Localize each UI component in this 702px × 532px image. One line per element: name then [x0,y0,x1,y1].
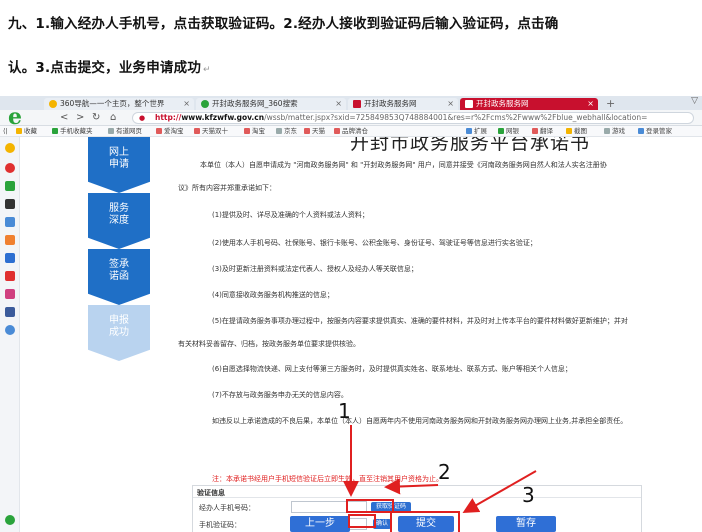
ext-translate[interactable]: 翻译 [532,126,553,136]
phone-icon [52,128,58,134]
tab-label: 开封政务服务网_360搜索 [212,99,298,108]
bookmark-taobao[interactable]: 淘宝 [244,126,265,136]
site-info-icon: ● [139,114,146,122]
bookmark-favorites[interactable]: 收藏 [16,126,37,136]
video-icon[interactable] [5,253,15,263]
bookmark-label: 网银 [506,127,519,135]
grid-icon [466,128,472,134]
bookmarks-bar: ⟨| 收藏 手机收藏夹 有道网页 爱淘宝 天猫双十 淘宝 京东 天猫 品牌清仓 … [0,126,702,137]
bookmark-tmall-11[interactable]: 天猫双十 [194,126,228,136]
shop-icon [304,128,310,134]
instruction-line-2-text: 认。3.点击提交，业务申请成功 [8,60,202,76]
bookmark-label: 京东 [284,127,297,135]
bookmark-jd[interactable]: 京东 [276,126,297,136]
bookmark-label: 有道网页 [116,127,142,135]
reload-icon[interactable]: ↻ [92,112,100,124]
bookmark-label: 爱淘宝 [164,127,184,135]
bookmark-label: 品牌清仓 [342,127,368,135]
paragraph-mark: ↵ [203,65,211,75]
game-icon[interactable] [5,235,15,245]
shop-icon [194,128,200,134]
bookmark-label: 淘宝 [252,127,265,135]
forward-icon[interactable]: > [76,112,84,124]
news-icon[interactable] [5,271,15,281]
page-icon [276,128,282,134]
shop-icon [334,128,340,134]
tab-kaifeng-active[interactable]: 开封政务服务网 × [460,98,598,110]
gamepad-icon [604,128,610,134]
bookmark-label: 天猫 [312,127,325,135]
tab-favicon-icon [353,100,361,108]
instruction-line-1: 九、1.输入经办人手机号，点击获取验证码。2.经办人接收到验证码后输入验证码，点… [8,16,559,32]
tab-label: 360导航—一个主页，整个世界 [60,99,165,108]
music-icon[interactable] [5,289,15,299]
annotation-arrow-3 [462,470,537,513]
back-icon[interactable]: < [60,112,68,124]
tab-bar: 360导航—一个主页，整个世界 × 开封政务服务网_360搜索 × 开封政务服务… [0,96,702,110]
bookmark-tmall[interactable]: 天猫 [304,126,325,136]
doc-icon[interactable] [5,217,15,227]
url-host: www.kfzwfw.gov.cn [181,113,265,122]
bookmark-label: 天猫双十 [202,127,228,135]
shop-icon [244,128,250,134]
bookmark-label: 游戏 [612,127,625,135]
tab-favicon-icon [49,100,57,108]
star-icon[interactable] [5,143,15,153]
ext-login-manager[interactable]: 登录管家 [638,126,672,136]
new-tab-icon[interactable]: + [606,97,615,110]
page-content: 开封市政务服务平台承诺书 网上 申请 服务 深度 签承 诺函 申报 成功 本单位… [20,137,702,532]
weibo-icon[interactable] [5,163,15,173]
tab-kaifeng-1[interactable]: 开封政务服务网 × [348,98,458,110]
page-icon [108,128,114,134]
bookmark-label: 收藏 [24,127,37,135]
bookmark-label: 截图 [574,127,587,135]
tab-favicon-icon [201,100,209,108]
app-sidebar [0,137,20,532]
annotation-arrow-2 [384,478,439,495]
nav-bar: e < > ↻ ⌂ ● http://www.kfzwfw.gov.cn/wss… [0,106,702,128]
ext-screenshot[interactable]: 截图 [566,126,587,136]
tab-360-search[interactable]: 开封政务服务网_360搜索 × [196,98,346,110]
address-bar[interactable]: ● http://www.kfzwfw.gov.cn/wssb/matter.j… [132,112,694,124]
scissors-icon [566,128,572,134]
bookmark-youdao[interactable]: 有道网页 [108,126,142,136]
ext-games[interactable]: 游戏 [604,126,625,136]
home-icon[interactable]: ⌂ [110,112,116,124]
shop-icon[interactable] [5,307,15,317]
url-protocol: http:// [155,113,182,122]
tab-label: 开封政务服务网 [476,99,529,108]
close-icon[interactable]: × [335,98,342,110]
close-icon[interactable]: × [587,98,594,110]
shop-icon [156,128,162,134]
tab-360-nav[interactable]: 360导航—一个主页，整个世界 × [44,98,194,110]
ext-extensions[interactable]: 扩展 [466,126,487,136]
close-icon[interactable]: × [183,98,190,110]
tab-label: 开封政务服务网 [364,99,417,108]
url-path: /wssb/matter.jspx?sxid=725849853Q7488840… [264,113,648,122]
close-icon[interactable]: × [447,98,454,110]
instruction-line-2: 认。3.点击提交，业务申请成功 ↵ [8,56,211,76]
translate-icon [532,128,538,134]
bookmark-clearance[interactable]: 品牌清仓 [334,126,368,136]
bookmark-collapse-icon[interactable]: ⟨| [3,126,8,136]
annotation-arrows [343,425,537,513]
browser-window: 360导航—一个主页，整个世界 × 开封政务服务网_360搜索 × 开封政务服务… [0,96,702,532]
bookmark-label: 扩展 [474,127,487,135]
bookmark-mobile[interactable]: 手机收藏夹 [52,126,93,136]
bookmark-aitaobao[interactable]: 爱淘宝 [156,126,184,136]
settings-icon[interactable] [5,515,15,525]
window-control-icon[interactable]: ▽ [691,96,698,106]
ext-bank[interactable]: 网银 [498,126,519,136]
search-icon [638,128,644,134]
bank-icon [498,128,504,134]
bookmark-label: 翻译 [540,127,553,135]
mail-icon[interactable] [5,181,15,191]
bookmark-label: 手机收藏夹 [60,127,93,135]
star-icon [16,128,22,134]
share-icon[interactable] [5,325,15,335]
bookmark-label: 登录管家 [646,127,672,135]
tab-favicon-icon [465,100,473,108]
app-icon[interactable] [5,199,15,209]
